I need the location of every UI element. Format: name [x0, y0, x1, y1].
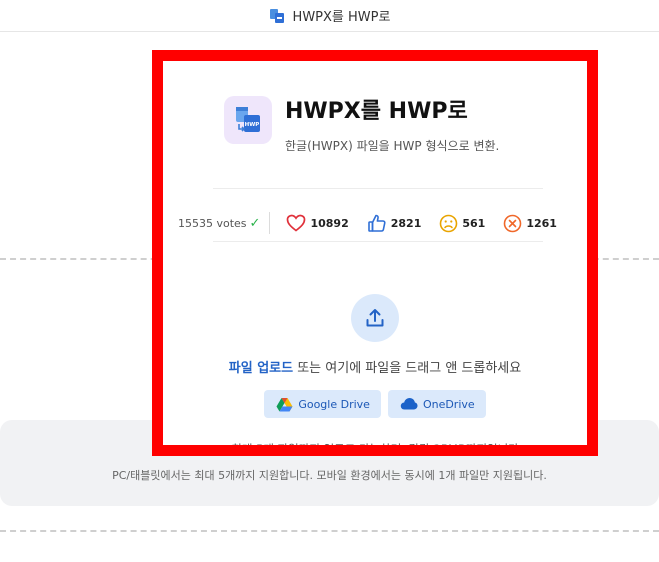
- check-icon: ✓: [249, 215, 261, 231]
- divider-line: [213, 241, 543, 242]
- upload-button[interactable]: [351, 294, 399, 342]
- page-description: 한글(HWPX) 파일을 HWP 형식으로 변환.: [285, 139, 500, 153]
- like-button[interactable]: 2821: [367, 213, 422, 233]
- top-bar-title: HWPX를 HWP로: [292, 10, 391, 25]
- thumbs-up-icon: [367, 214, 386, 232]
- love-button[interactable]: 10892: [286, 214, 349, 232]
- heart-icon: [287, 214, 306, 232]
- google-drive-button[interactable]: Google Drive: [264, 390, 381, 418]
- rating-bar: 15535 votes ✓ 10892 2821 561 1261: [178, 211, 575, 235]
- sad-face-icon: [440, 214, 458, 232]
- hwp-badge-text: HWP: [245, 122, 260, 128]
- converter-card: HWP HWPX를 HWP로 한글(HWPX) 파일을 HWP 형식으로 변환.…: [152, 50, 598, 456]
- hwp-app-icon: HWP: [224, 96, 272, 144]
- onedrive-button[interactable]: OneDrive: [387, 390, 486, 418]
- onedrive-icon: [400, 398, 418, 410]
- upload-icon: [366, 309, 384, 327]
- like-count: 2821: [390, 216, 422, 230]
- sad-button[interactable]: 561: [439, 214, 485, 233]
- close-circle-icon: [504, 214, 522, 232]
- cloud-source-buttons: Google Drive OneDrive: [163, 390, 587, 418]
- votes-count: 15535 votes ✓: [178, 216, 260, 231]
- sad-count: 561: [462, 216, 486, 230]
- vertical-separator: [269, 212, 271, 234]
- dislike-button[interactable]: 1261: [503, 214, 557, 233]
- upload-limit-note: 최대 5개 파일까지 업로드 가능하며, 각각 35MB까지입니다: [231, 442, 519, 456]
- google-drive-icon: [276, 397, 293, 411]
- upload-instructions: 파일 업로드 또는 여기에 파일을 드래그 앤 드롭하세요: [163, 357, 587, 376]
- dislike-count: 1261: [526, 216, 557, 230]
- divider-line: [213, 188, 543, 189]
- device-limit-note: PC/태블릿에서는 최대 5개까지 지원합니다. 모바일 환경에서는 동시에 1…: [112, 469, 547, 482]
- votes-text: 15535 votes: [178, 216, 247, 230]
- file-upload-link[interactable]: 파일 업로드: [229, 361, 293, 376]
- google-drive-label: Google Drive: [298, 397, 370, 411]
- hwpx-to-hwp-icon: [269, 8, 285, 24]
- love-count: 10892: [310, 216, 349, 230]
- onedrive-label: OneDrive: [422, 397, 475, 411]
- drag-drop-text: 또는 여기에 파일을 드래그 앤 드롭하세요: [293, 361, 522, 376]
- page-title: HWPX를 HWP로: [285, 99, 468, 124]
- dashed-divider: [0, 530, 659, 532]
- top-bar: HWPX를 HWP로: [0, 0, 659, 32]
